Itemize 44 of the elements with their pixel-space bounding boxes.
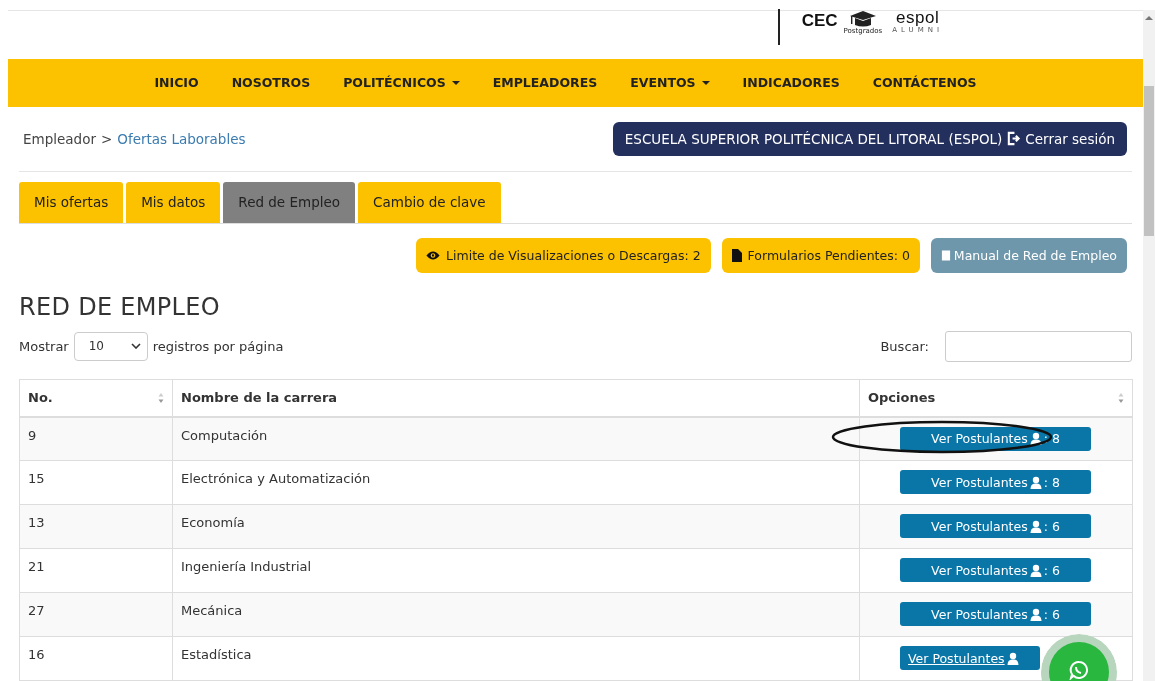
table-cell: Estadística bbox=[181, 647, 252, 662]
table-cell: Ingeniería Industrial bbox=[181, 559, 312, 574]
nav-link[interactable]: NOSOTROS bbox=[231, 75, 311, 91]
column-header[interactable]: Nombre de la carrera bbox=[181, 390, 338, 405]
table-cell: 15 bbox=[28, 471, 45, 486]
table-cell: Economía bbox=[181, 515, 245, 530]
logout-button[interactable]: ESCUELA SUPERIOR POLITÉCNICA DEL LITORAL (ESPOL) Cerrar sesión bbox=[612, 121, 1127, 156]
tab[interactable]: Red de Empleo bbox=[223, 181, 356, 223]
view-applicants-button[interactable]: Ver Postulantes : 6 bbox=[900, 558, 1091, 582]
table-cell: 21 bbox=[28, 559, 45, 574]
nav-link[interactable]: POLITÉCNICOS bbox=[343, 75, 460, 91]
tab[interactable]: Cambio de clave bbox=[358, 181, 501, 223]
breadcrumb-link[interactable]: Ofertas Laborables bbox=[117, 130, 246, 147]
view-applicants-button[interactable]: Ver Postulantes : 8 bbox=[900, 426, 1091, 451]
view-applicants-button[interactable]: Ver Postulantes : 8 bbox=[900, 470, 1091, 494]
table-cell: 16 bbox=[28, 647, 45, 662]
page-title: RED DE EMPLEO bbox=[19, 292, 221, 321]
nav-link[interactable]: INICIO bbox=[154, 75, 199, 91]
label: registros por página bbox=[152, 338, 284, 354]
view-applicants-button[interactable]: Ver Postulantes : 6 bbox=[900, 514, 1091, 538]
label: Buscar: bbox=[880, 338, 929, 354]
breadcrumb-item: Empleador bbox=[23, 130, 96, 147]
tab[interactable]: Mis ofertas bbox=[19, 181, 124, 223]
table-cell: Computación bbox=[181, 427, 268, 443]
table-cell: 9 bbox=[28, 427, 37, 443]
column-header[interactable]: Opciones bbox=[868, 390, 936, 405]
info-button[interactable]: Limite de Visualizaciones o Descargas: 2 bbox=[416, 237, 711, 273]
view-applicants-button[interactable]: Ver Postulantes : 6 bbox=[900, 602, 1091, 626]
page-size-select[interactable]: 10 bbox=[73, 331, 148, 361]
nav-link[interactable]: CONTÁCTENOS bbox=[872, 75, 977, 91]
nav-link[interactable]: EMPLEADORES bbox=[492, 75, 598, 91]
table-cell: Electrónica y Automatización bbox=[181, 471, 371, 486]
table-cell: 13 bbox=[28, 515, 45, 530]
view-applicants-button[interactable]: Ver Postulantes bbox=[900, 646, 1040, 670]
logo-text: CEC bbox=[801, 11, 838, 31]
table-cell: 27 bbox=[28, 603, 45, 618]
column-header[interactable]: No. bbox=[28, 390, 53, 405]
info-button[interactable]: Formularios Pendientes: 0 bbox=[721, 237, 920, 273]
tab[interactable]: Mis datos bbox=[126, 181, 221, 223]
label: Mostrar bbox=[19, 338, 69, 354]
nav-link[interactable]: INDICADORES bbox=[742, 75, 840, 91]
table-cell: Mecánica bbox=[181, 603, 243, 618]
nav-link[interactable]: EVENTOS bbox=[630, 75, 710, 91]
breadcrumb-separator: > bbox=[100, 130, 113, 147]
